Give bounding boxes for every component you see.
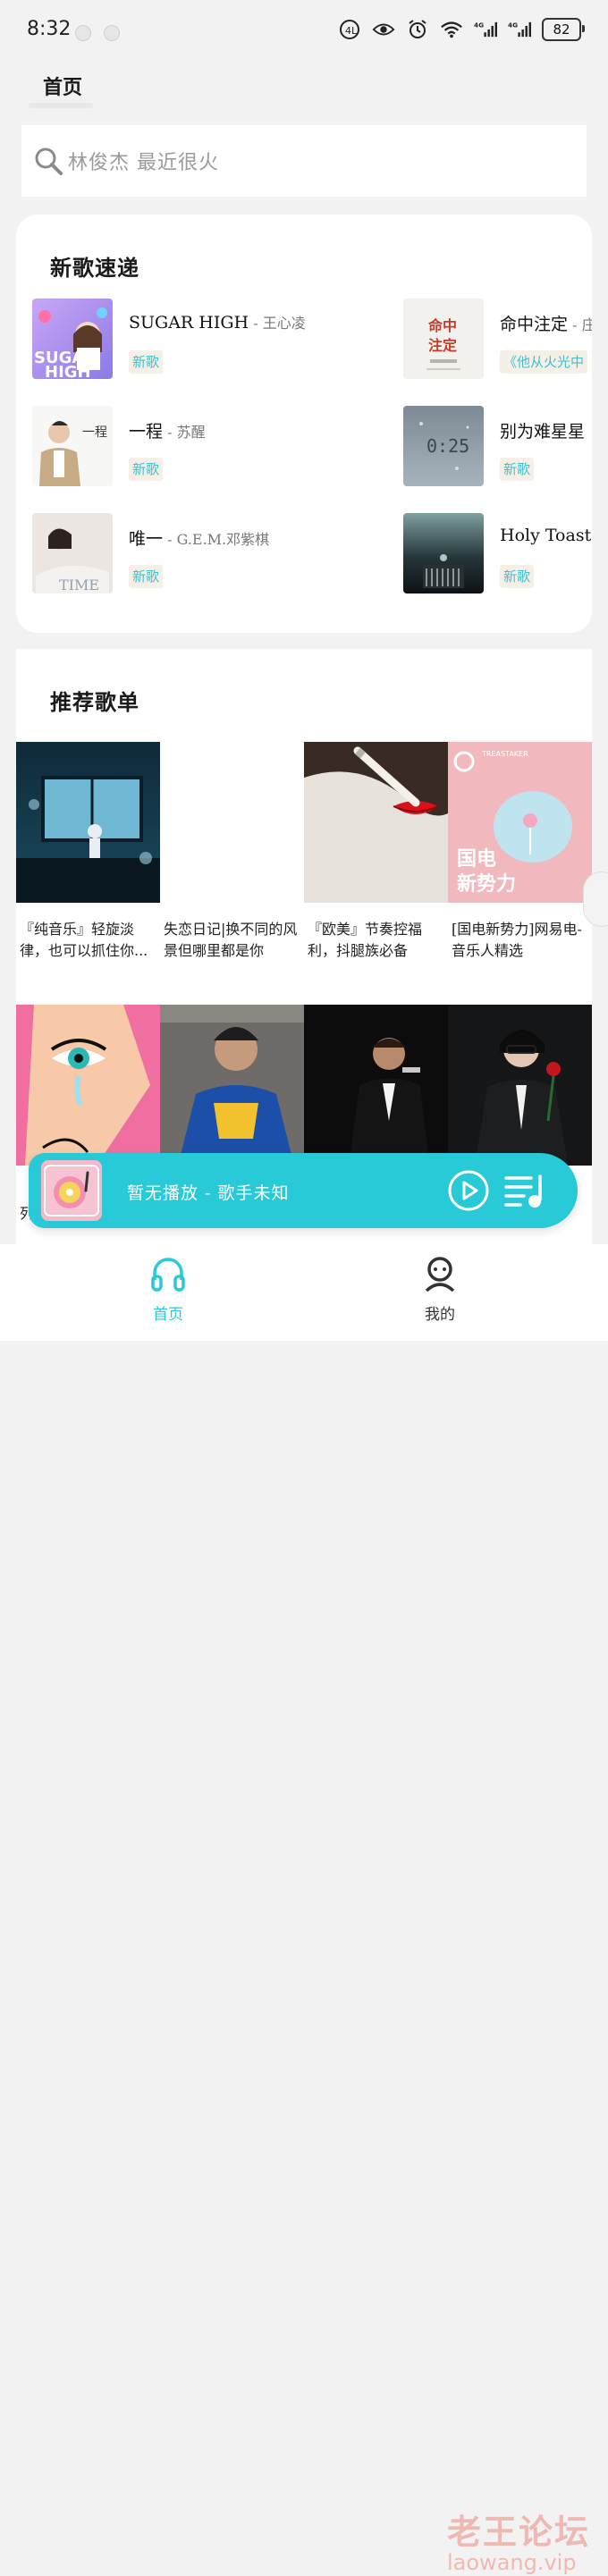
playlist-caption: [国电新势力]网易电- <box>452 921 582 938</box>
song-item[interactable]: TIME 唯一 - G.E.M.邓紫棋 新歌 <box>32 513 336 593</box>
section-title-recommend: 推荐歌单 <box>50 689 139 715</box>
alarm-icon <box>406 19 429 40</box>
song-tag: 新歌 <box>129 458 164 481</box>
song-tag: 《他从火光中 <box>500 350 588 374</box>
playlist-caption: 律，也可以抓住你... <box>20 942 148 959</box>
svg-text:TIME: TIME <box>59 577 99 593</box>
new-songs-card: 新歌速递 SUGAR HIGH SUGAR HIGH - 王心凌 新歌 命中 注… <box>16 215 592 633</box>
eye-icon <box>372 19 395 40</box>
svg-text:HIGH: HIGH <box>45 363 91 379</box>
song-cover: SUGAR HIGH <box>32 299 113 379</box>
playlist-cover <box>16 742 160 903</box>
playlist-cover: TREASTAKER 国电 新势力 <box>448 742 592 903</box>
playlist-item[interactable]: 『欧美』节奏控福 利，抖腿族必备 <box>304 742 448 962</box>
playlist-cover <box>160 1005 304 1166</box>
now-playing-text: 暂无播放 - 歌手未知 <box>127 1183 290 1203</box>
tab-mine[interactable]: 我的 <box>404 1255 476 1324</box>
song-title: 一程 <box>129 422 164 442</box>
svg-text:4G: 4G <box>508 21 518 29</box>
side-floating-handle[interactable] <box>583 871 608 927</box>
cover-text: 国电 <box>457 848 496 871</box>
search-bar[interactable]: 林俊杰 最近很火 <box>21 125 587 197</box>
signal-4g-icon: 4G <box>508 19 531 40</box>
tab-label: 首页 <box>153 1306 183 1324</box>
song-cover: 命中 注定 <box>403 299 484 379</box>
profile-icon <box>425 1257 455 1292</box>
song-title: 别为难星星 <box>500 422 586 442</box>
song-cover: TIME <box>32 513 113 593</box>
notification-icon <box>104 25 120 41</box>
song-item[interactable]: SUGAR HIGH SUGAR HIGH - 王心凌 新歌 <box>32 299 336 379</box>
playlist-caption: 景但哪里都是你 <box>164 942 265 959</box>
watermark: 老王论坛 laowang.vip <box>447 2504 599 2576</box>
playlist-item[interactable]: 『纯音乐』轻旋淡 律，也可以抓住你... <box>16 742 160 962</box>
song-cover: 一程 <box>32 406 113 486</box>
wifi-icon <box>440 19 463 40</box>
song-title: Holy Toast <box>500 526 592 545</box>
playlist-caption: 失恋日记|换不同的风 <box>164 921 298 938</box>
section-title-new-songs: 新歌速递 <box>50 255 139 281</box>
playlist-caption: 『欧美』节奏控福 <box>308 921 423 938</box>
bottom-tab-bar: 首页 我的 老王论坛 laowang.vip <box>0 1244 608 2575</box>
song-artist: - G.E.M.邓紫棋 <box>163 531 270 548</box>
song-artist: - 苏醒 <box>163 424 206 441</box>
battery-icon: 82 <box>542 18 585 41</box>
playlist-cover <box>16 1005 160 1166</box>
cover-brand: TREASTAKER <box>481 750 528 758</box>
song-artist: - 庄 <box>572 316 592 333</box>
svg-text:一程: 一程 <box>82 425 107 440</box>
mini-player[interactable]: 暂无播放 - 歌手未知 <box>29 1153 578 1228</box>
headphones-icon <box>151 1258 185 1292</box>
tab-home[interactable]: 首页 <box>132 1255 204 1324</box>
playlist-caption: 音乐人精选 <box>452 942 524 959</box>
playlist-caption: 『纯音乐』轻旋淡 <box>20 921 135 938</box>
playlist-cover <box>448 1005 592 1166</box>
song-tag: 新歌 <box>129 565 164 588</box>
watermark-url: laowang.vip <box>447 2550 577 2575</box>
song-artist: - <box>591 527 592 544</box>
song-title: SUGAR HIGH <box>129 313 249 333</box>
status-time: 8:32 <box>27 18 72 40</box>
player-cover <box>41 1160 102 1221</box>
svg-text:4L: 4L <box>345 25 358 37</box>
search-input[interactable]: 林俊杰 最近很火 <box>68 147 219 175</box>
hd-call-icon: 4L <box>338 19 361 40</box>
song-cover <box>403 513 484 593</box>
song-item[interactable]: 0:25 别为难星星 新歌 <box>403 406 592 486</box>
title-underline <box>29 103 93 108</box>
playlist-caption: 利，抖腿族必备 <box>308 942 409 959</box>
song-item[interactable]: 一程 一程 - 苏醒 新歌 <box>32 406 336 486</box>
song-item[interactable]: Holy Toast - 新歌 <box>403 513 592 593</box>
playlist-item[interactable]: TREASTAKER 国电 新势力 [国电新势力]网易电- 音乐人精选 <box>448 742 592 962</box>
song-tag: 新歌 <box>500 565 535 588</box>
tab-label: 我的 <box>425 1306 455 1324</box>
search-icon <box>35 147 63 175</box>
song-tag: 新歌 <box>129 350 164 374</box>
notification-icon <box>75 25 91 41</box>
song-tag: 新歌 <box>500 458 535 481</box>
playlist-cover <box>304 742 448 903</box>
watermark-text: 老王论坛 <box>447 2513 591 2552</box>
song-artist: - 王心凌 <box>249 315 306 332</box>
svg-text:注定: 注定 <box>428 337 457 354</box>
svg-text:4G: 4G <box>474 21 484 29</box>
signal-4g-icon: 4G <box>474 19 497 40</box>
song-cover: 0:25 <box>403 406 484 486</box>
playlist-cover <box>160 742 304 903</box>
svg-text:命中: 命中 <box>427 317 457 334</box>
cover-text: 新势力 <box>457 872 516 896</box>
page-title: 首页 <box>43 76 83 99</box>
status-bar: 8:32 4L 4G 4G 82 <box>0 0 608 63</box>
turntable-icon <box>44 1165 99 1216</box>
playlist-queue-button[interactable] <box>504 1173 549 1210</box>
playlist-item[interactable]: 失恋日记|换不同的风 景但哪里都是你 <box>160 742 304 962</box>
song-item[interactable]: 命中 注定 命中注定 - 庄 《他从火光中 <box>403 299 592 379</box>
playlist-cover <box>304 1005 448 1166</box>
song-title: 唯一 <box>129 529 164 549</box>
status-icons: 4L 4G 4G 82 <box>338 18 585 41</box>
svg-text:0:25: 0:25 <box>426 435 469 457</box>
song-title: 命中注定 <box>500 315 569 334</box>
play-button[interactable] <box>447 1169 490 1212</box>
